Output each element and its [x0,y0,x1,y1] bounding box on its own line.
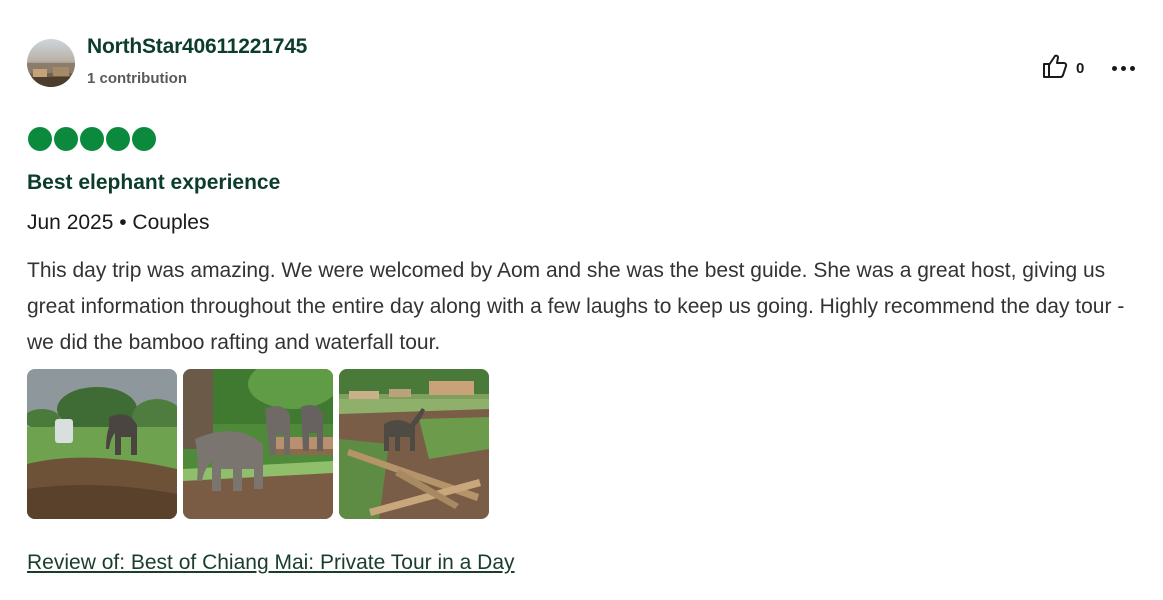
helpful-vote-button[interactable]: 0 [1040,53,1084,83]
review-photo[interactable] [27,369,177,519]
review-title: Best elephant experience [27,171,281,194]
rating-bubble [132,127,156,151]
review-of-link[interactable]: Review of: Best of Chiang Mai: Private T… [27,551,515,575]
rating-bubble [106,127,130,151]
rating-bubble [28,127,52,151]
rating-bubble [54,127,78,151]
rating-bubble [80,127,104,151]
review-text: This day trip was amazing. We were welco… [27,259,1125,354]
more-options-icon [1111,65,1117,71]
contribution-count: 1 contribution [87,70,187,87]
helpful-count: 0 [1076,59,1085,77]
reviewer-username[interactable]: NorthStar40611221745 [87,35,307,59]
review-photo[interactable] [339,369,489,519]
rating-bubbles [28,127,158,151]
thumbs-up-icon [1040,51,1070,86]
reviewer-avatar[interactable] [27,39,75,87]
review-photo[interactable] [183,369,333,519]
review-photos [27,369,495,519]
review-meta: Jun 2025 • Couples [27,211,210,234]
more-options-button[interactable] [1108,55,1138,81]
